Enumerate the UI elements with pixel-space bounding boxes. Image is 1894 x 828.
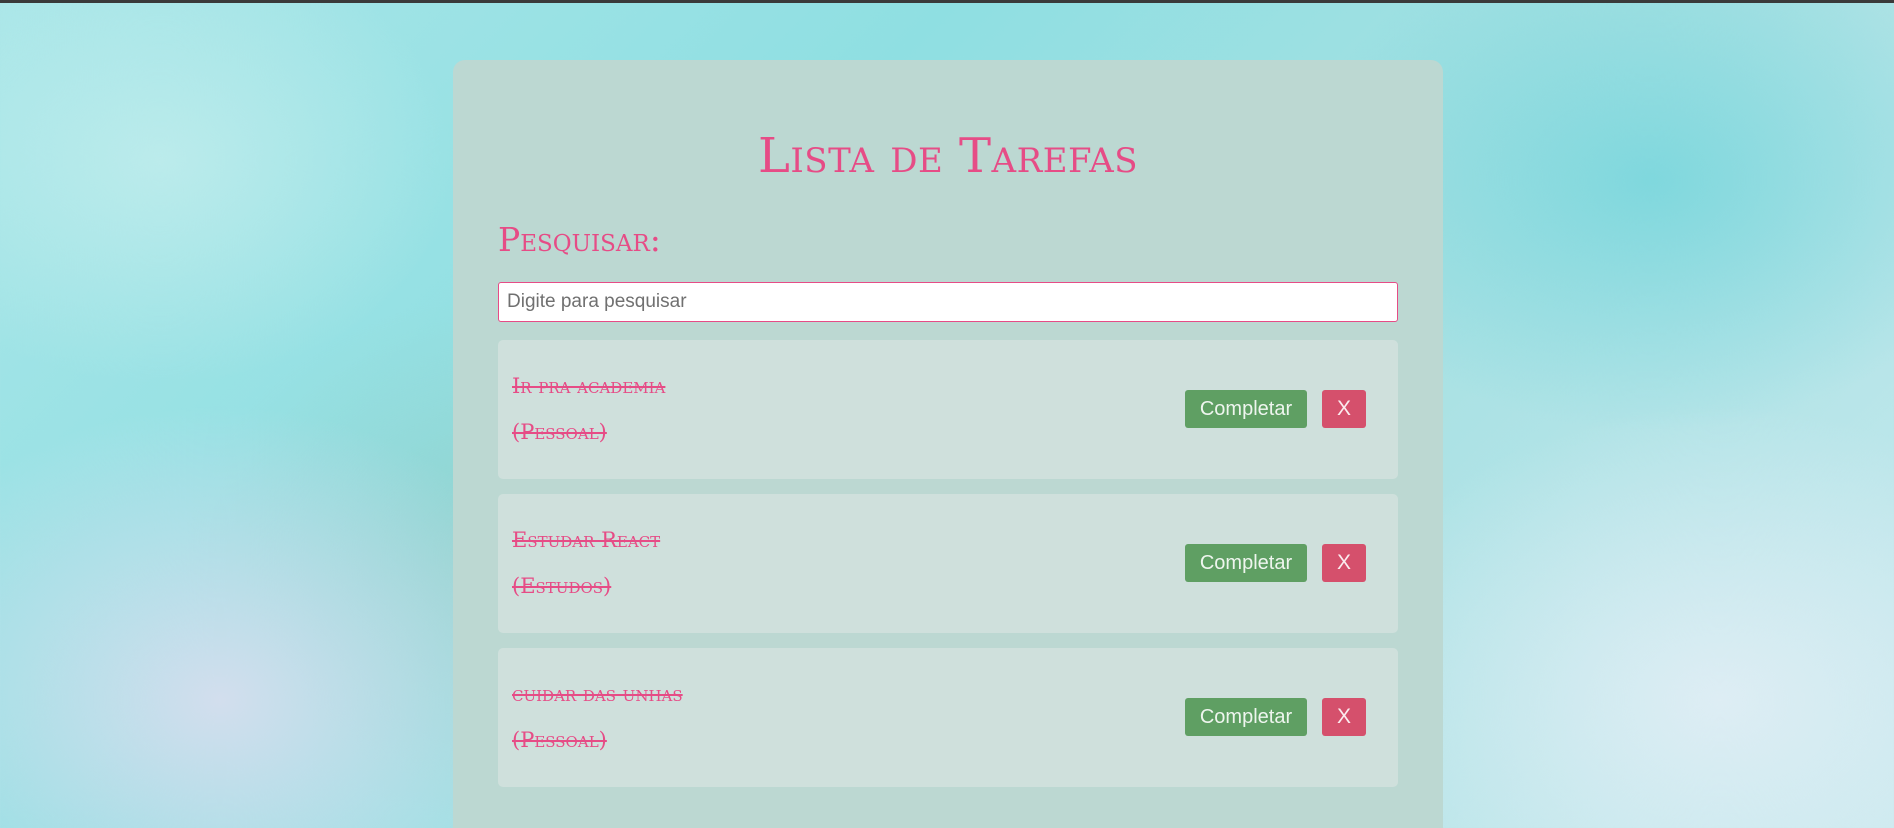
search-label: Pesquisar: bbox=[498, 220, 661, 259]
task-item: Estudar React (Estudos) Completar X bbox=[498, 494, 1398, 633]
task-title: cuidar das unhas bbox=[512, 682, 683, 706]
task-item: Ir pra academia (Pessoal) Completar X bbox=[498, 340, 1398, 479]
remove-button[interactable]: X bbox=[1322, 698, 1366, 736]
page-title: Lista de Tarefas bbox=[757, 128, 1139, 184]
task-category: (Pessoal) bbox=[512, 728, 607, 752]
task-title: Ir pra academia bbox=[512, 374, 666, 398]
task-category: (Estudos) bbox=[512, 574, 612, 598]
complete-button[interactable]: Completar bbox=[1185, 390, 1307, 428]
browser-top-strip bbox=[0, 0, 1894, 3]
complete-button[interactable]: Completar bbox=[1185, 698, 1307, 736]
remove-button[interactable]: X bbox=[1322, 390, 1366, 428]
task-category: (Pessoal) bbox=[512, 420, 607, 444]
task-title: Estudar React bbox=[512, 528, 661, 552]
todo-app-panel: Lista de Tarefas Pesquisar: Ir pra acade… bbox=[453, 60, 1443, 828]
remove-button[interactable]: X bbox=[1322, 544, 1366, 582]
complete-button[interactable]: Completar bbox=[1185, 544, 1307, 582]
search-input[interactable] bbox=[498, 282, 1398, 322]
task-item: cuidar das unhas (Pessoal) Completar X bbox=[498, 648, 1398, 787]
